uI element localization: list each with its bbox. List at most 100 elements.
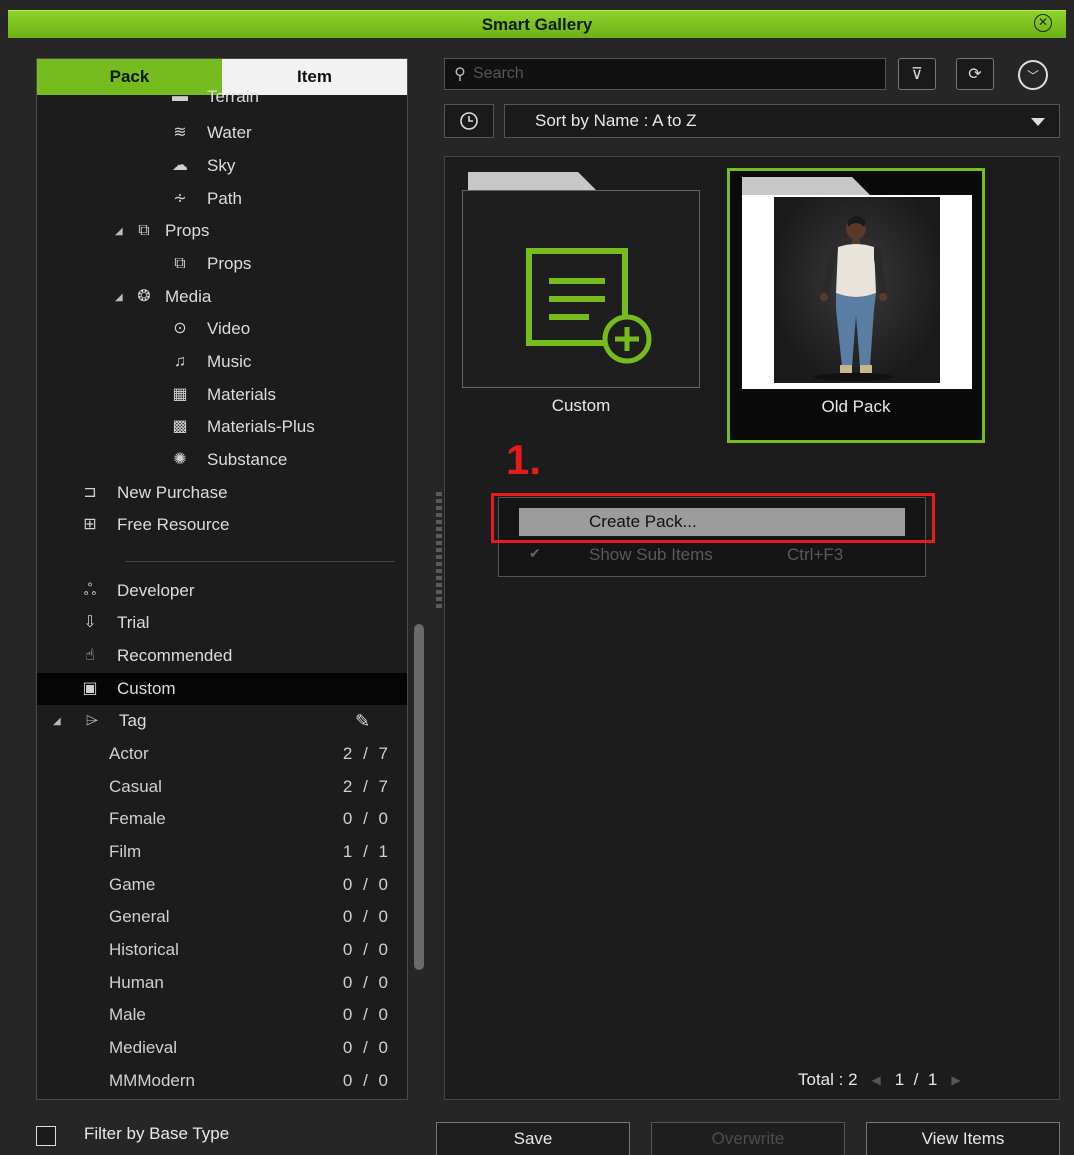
tag-count: 0 / 0 (342, 1038, 391, 1057)
tree-divider (125, 561, 395, 562)
tag-row-historical[interactable]: Historical 0 / 0 (109, 934, 391, 966)
character-figure (814, 216, 894, 381)
page-indicator: 1 / 1 (894, 1070, 938, 1089)
tag-name: General (109, 907, 170, 926)
tag-count: 0 / 0 (342, 907, 391, 926)
menu-dropdown-button[interactable]: ﹀ (1018, 60, 1048, 90)
expand-triangle-icon[interactable]: ◢ (115, 226, 127, 237)
tag-row-human[interactable]: Human 0 / 0 (109, 967, 391, 999)
filter-icon: ⊽ (911, 66, 923, 83)
show-sub-items-shortcut: Ctrl+F3 (787, 545, 844, 564)
tag-row-female[interactable]: Female 0 / 0 (109, 803, 391, 835)
thumbnail-frame (742, 195, 972, 389)
tree-item-label: Video (207, 319, 251, 338)
cloud-icon: ☁ (172, 157, 188, 174)
substance-icon: ✺ (173, 451, 187, 468)
tree-item-free-resource[interactable]: ⊞ Free Resource (37, 509, 407, 541)
checker-icon: ▦ (172, 386, 188, 403)
tag-count: 0 / 0 (342, 940, 391, 959)
tree-item-label: Sky (207, 156, 236, 175)
step-annotation: 1. (506, 436, 542, 483)
expand-triangle-icon[interactable]: ◢ (53, 716, 65, 727)
media-icon: ❂ (137, 288, 151, 305)
tree-item-video[interactable]: ⊙ Video (37, 313, 407, 345)
trial-icon: ⇩ (83, 614, 97, 631)
tree-item-label: Recommended (117, 646, 233, 665)
tree-item-water[interactable]: ≋ Water (37, 117, 407, 149)
tree-item-path[interactable]: ∻ Path (37, 183, 407, 215)
tag-row-general[interactable]: General 0 / 0 (109, 901, 391, 933)
tag-count: 0 / 0 (342, 1005, 391, 1024)
tag-icon: ⌲ (85, 712, 99, 729)
view-items-button[interactable]: View Items (866, 1122, 1060, 1155)
tag-name: Actor (109, 744, 149, 763)
tree-item-new-purchase[interactable]: ⊐ New Purchase (37, 477, 407, 509)
tree-item-label: Tag (119, 711, 147, 730)
tag-row-actor[interactable]: Actor 2 / 7 (109, 738, 391, 770)
tree-item-label: Free Resource (117, 515, 230, 534)
create-pack-icon (526, 248, 652, 364)
filter-button[interactable]: ⊽ (898, 58, 936, 90)
tree-item-music[interactable]: ♫ Music (37, 346, 407, 378)
music-icon: ♫ (174, 353, 186, 370)
path-icon: ∻ (173, 190, 187, 207)
tree-item-trial[interactable]: ⇩ Trial (37, 607, 407, 639)
dropdown-arrow-icon (1031, 118, 1045, 126)
sort-label: Sort by Name : A to Z (535, 111, 697, 130)
edit-pencil-icon[interactable]: ✎ (355, 711, 370, 732)
tree-item-label: Media (165, 287, 212, 306)
tree-item-materials-plus[interactable]: ▩ Materials-Plus (37, 411, 407, 443)
panel-splitter[interactable] (436, 492, 442, 608)
tree-item-label: Music (207, 352, 252, 371)
tag-name: Historical (109, 940, 179, 959)
chevron-down-icon: ﹀ (1026, 68, 1039, 83)
folder-tab (468, 172, 596, 190)
tree-item-label: New Purchase (117, 483, 228, 502)
tag-count: 2 / 7 (342, 777, 391, 796)
gift-icon: ⊞ (83, 516, 97, 533)
search-field[interactable]: ⚲ Search (444, 58, 886, 90)
recent-button[interactable] (444, 104, 494, 138)
prev-page-icon[interactable]: ◀ (872, 1073, 881, 1087)
expand-triangle-icon[interactable]: ◢ (115, 292, 127, 303)
tree-item-recommended[interactable]: ☝ Recommended (37, 640, 407, 672)
tree-item-label: Substance (207, 450, 288, 469)
tag-row-male[interactable]: Male 0 / 0 (109, 999, 391, 1031)
tag-count: 0 / 0 (342, 875, 391, 894)
tree-scrollbar-thumb[interactable] (414, 624, 424, 970)
tag-row-mmmodern[interactable]: MMModern 0 / 0 (109, 1065, 391, 1097)
window-title: Smart Gallery (481, 14, 593, 34)
tag-row-medieval[interactable]: Medieval 0 / 0 (109, 1032, 391, 1064)
tree-item-substance[interactable]: ✺ Substance (37, 444, 407, 476)
tree-item-sky[interactable]: ☁ Sky (37, 150, 407, 182)
clock-icon (460, 112, 478, 130)
tree-item-materials[interactable]: ▦ Materials (37, 379, 407, 411)
tag-count: 0 / 0 (342, 809, 391, 828)
pack-card-old-pack[interactable]: Old Pack (727, 168, 985, 443)
next-page-icon[interactable]: ▶ (951, 1073, 960, 1087)
tag-row-film[interactable]: Film 1 / 1 (109, 836, 391, 868)
save-button[interactable]: Save (436, 1122, 630, 1155)
tree-item-label: Terrain (207, 87, 259, 106)
tree-item-terrain[interactable]: ▬ Terrain (37, 81, 407, 113)
tag-name: Human (109, 973, 164, 992)
tree-item-custom[interactable]: ▣ Custom (37, 673, 407, 705)
refresh-button[interactable]: ⟳ (956, 58, 994, 90)
tree-item-media-group[interactable]: ◢ ❂ Media (37, 281, 407, 313)
pack-card-custom[interactable]: Custom (462, 172, 700, 418)
tag-name: Male (109, 1005, 146, 1024)
tree-item-tag[interactable]: ◢ ⌲ Tag ✎ (37, 705, 407, 737)
tag-row-game[interactable]: Game 0 / 0 (109, 869, 391, 901)
menu-item-show-sub-items[interactable]: Show Sub Items (589, 545, 713, 565)
close-icon[interactable]: ✕ (1034, 14, 1052, 32)
tag-name: Female (109, 809, 166, 828)
tree-item-props[interactable]: ⧉ Props (37, 248, 407, 280)
sort-dropdown[interactable]: Sort by Name : A to Z (504, 104, 1060, 138)
character-thumbnail (774, 197, 940, 383)
tree-item-props-group[interactable]: ◢ ⧉ Props (37, 215, 407, 247)
overwrite-button[interactable]: Overwrite (651, 1122, 845, 1155)
custom-icon: ▣ (82, 680, 98, 697)
filter-by-base-type-checkbox[interactable] (36, 1126, 56, 1146)
tag-row-casual[interactable]: Casual 2 / 7 (109, 771, 391, 803)
tree-item-developer[interactable]: ஃ Developer (37, 575, 407, 607)
